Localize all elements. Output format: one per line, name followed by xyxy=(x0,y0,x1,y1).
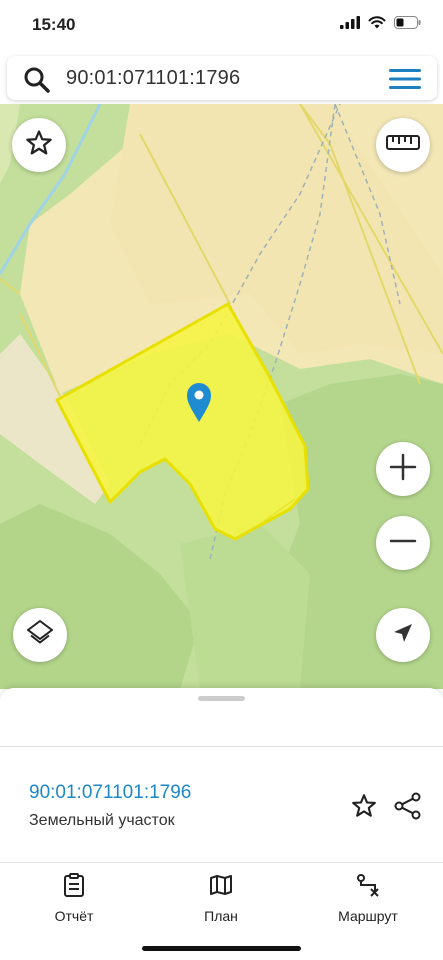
battery-icon xyxy=(394,16,421,34)
navigation-arrow-icon[interactable] xyxy=(391,621,415,650)
status-bar: 15:40 xyxy=(0,0,443,52)
zoom-in-button[interactable] xyxy=(376,442,430,496)
parcel-type: Земельный участок xyxy=(29,812,175,829)
ruler-icon[interactable] xyxy=(386,134,420,157)
tab-plan[interactable]: План xyxy=(161,873,281,924)
wifi-icon xyxy=(368,16,386,34)
layers-icon[interactable] xyxy=(25,618,55,653)
status-time: 15:40 xyxy=(32,15,76,34)
search-icon[interactable] xyxy=(23,66,51,99)
star-icon[interactable] xyxy=(24,128,54,163)
map-view[interactable] xyxy=(0,104,443,689)
favorite-map-button[interactable] xyxy=(12,118,66,172)
cadastral-number[interactable]: 90:01:071101:1796 xyxy=(29,782,191,804)
tab-label: Отчёт xyxy=(54,908,94,924)
clipboard-icon xyxy=(63,873,85,901)
map-canvas[interactable] xyxy=(0,104,443,689)
zoom-out-button[interactable] xyxy=(376,516,430,570)
tab-report[interactable]: Отчёт xyxy=(14,873,134,924)
divider xyxy=(0,746,443,747)
hamburger-menu-icon[interactable] xyxy=(389,68,421,95)
search-bar[interactable]: 90:01:071101:1796 xyxy=(7,56,437,100)
minus-icon[interactable] xyxy=(389,527,417,560)
my-location-button[interactable] xyxy=(376,608,430,662)
route-icon xyxy=(356,874,380,901)
layers-button[interactable] xyxy=(13,608,67,662)
map-icon xyxy=(209,875,233,901)
tab-route[interactable]: Маршрут xyxy=(308,873,428,924)
signal-icon xyxy=(340,16,360,34)
tab-label: Маршрут xyxy=(338,908,398,924)
home-indicator xyxy=(142,946,301,951)
share-icon[interactable] xyxy=(394,792,422,825)
ruler-button[interactable] xyxy=(376,118,430,172)
search-input[interactable]: 90:01:071101:1796 xyxy=(66,67,240,90)
status-icons xyxy=(340,16,421,34)
sheet-drag-handle[interactable] xyxy=(198,696,245,701)
star-icon[interactable] xyxy=(350,792,378,825)
tab-label: План xyxy=(204,908,238,924)
plus-icon[interactable] xyxy=(389,453,417,486)
